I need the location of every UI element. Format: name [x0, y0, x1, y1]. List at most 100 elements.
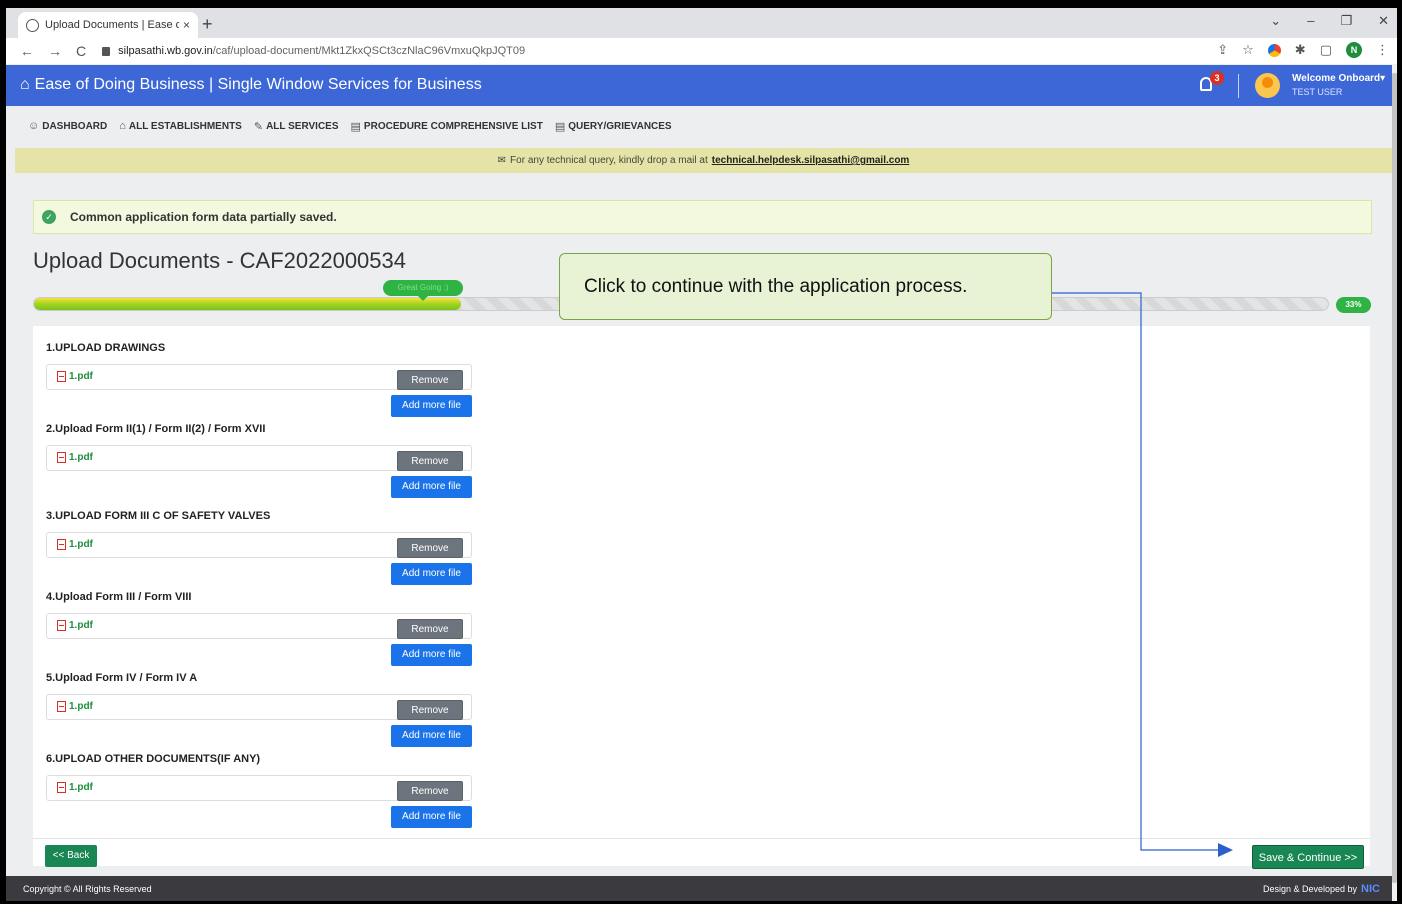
- notice-text: For any technical query, kindly drop a m…: [510, 155, 708, 166]
- menu-item-label: ALL ESTABLISHMENTS: [128, 120, 242, 132]
- uploaded-file-link[interactable]: 1.pdf: [57, 452, 93, 463]
- share-icon[interactable]: ⇪: [1217, 42, 1228, 58]
- wrench-icon: ✎: [253, 120, 264, 133]
- uploaded-file-row: 1.pdf Remove: [46, 613, 472, 639]
- add-more-file-button[interactable]: Add more file: [391, 563, 472, 585]
- helpdesk-email-link[interactable]: technical.helpdesk.silpasathi@gmail.com: [712, 155, 910, 166]
- progress-percent-badge: 33%: [1336, 297, 1371, 313]
- side-panel-icon[interactable]: ▢: [1320, 42, 1332, 58]
- remove-file-button[interactable]: Remove: [397, 370, 463, 390]
- user-role: TEST USER: [1292, 87, 1343, 97]
- tab-search-icon[interactable]: ⌄: [1270, 13, 1281, 29]
- uploaded-file-link[interactable]: 1.pdf: [57, 620, 93, 631]
- upload-section-form-iii-c: 3.UPLOAD FORM III C OF SAFETY VALVES 1.p…: [46, 510, 476, 585]
- helpdesk-notice: ✉ For any technical query, kindly drop a…: [15, 148, 1392, 173]
- lock-icon: [102, 46, 111, 56]
- copyright-text: Copyright © All Rights Reserved: [23, 883, 152, 894]
- upload-section-other-documents: 6.UPLOAD OTHER DOCUMENTS(IF ANY) 1.pdf R…: [46, 753, 476, 828]
- close-tab-icon[interactable]: ×: [183, 18, 190, 32]
- menu-item-services[interactable]: ✎ ALL SERVICES: [254, 120, 339, 133]
- uploaded-file-link[interactable]: 1.pdf: [57, 371, 93, 382]
- forward-arrow-icon[interactable]: →: [48, 43, 62, 59]
- section-title: 2.Upload Form II(1) / Form II(2) / Form …: [46, 423, 266, 435]
- building-icon: ⌂: [20, 76, 30, 93]
- remove-file-button[interactable]: Remove: [397, 781, 463, 801]
- menu-item-label: DASHBOARD: [42, 120, 108, 132]
- upload-section-form-iv: 5.Upload Form IV / Form IV A 1.pdf Remov…: [46, 672, 476, 747]
- close-window-icon[interactable]: ✕: [1378, 13, 1389, 29]
- success-alert: ✓ Common application form data partially…: [33, 200, 1372, 234]
- page-scrollbar[interactable]: [1392, 65, 1397, 901]
- uploaded-file-link[interactable]: 1.pdf: [57, 782, 93, 793]
- save-and-continue-button[interactable]: Save & Continue >>: [1252, 845, 1364, 869]
- reload-icon[interactable]: C: [76, 43, 86, 59]
- check-circle-icon: ✓: [42, 210, 56, 224]
- pdf-icon: [57, 782, 66, 793]
- add-more-file-button[interactable]: Add more file: [391, 395, 472, 417]
- add-more-file-button[interactable]: Add more file: [391, 644, 472, 666]
- url-field[interactable]: silpasathi.wb.gov.in /caf/upload-documen…: [102, 45, 525, 57]
- restore-icon[interactable]: ❐: [1340, 13, 1352, 29]
- menu-item-procedure-list[interactable]: ▤ PROCEDURE COMPREHENSIVE LIST: [351, 120, 543, 133]
- add-more-file-button[interactable]: Add more file: [391, 476, 472, 498]
- upload-panel: 1.UPLOAD DRAWINGS 1.pdf Remove Add more …: [33, 326, 1370, 869]
- window-controls: ⌄ – ❐ ✕: [1270, 13, 1389, 29]
- section-title: 1.UPLOAD DRAWINGS: [46, 342, 166, 354]
- menu-item-label: QUERY/GRIEVANCES: [568, 120, 672, 132]
- uploaded-file-link[interactable]: 1.pdf: [57, 701, 93, 712]
- bookmark-star-icon[interactable]: ☆: [1242, 42, 1254, 58]
- list-icon: ▤: [350, 120, 361, 133]
- upload-section-form-ii: 2.Upload Form II(1) / Form II(2) / Form …: [46, 423, 476, 498]
- menu-item-dashboard[interactable]: ☺ DASHBOARD: [28, 120, 107, 132]
- remove-file-button[interactable]: Remove: [397, 451, 463, 471]
- nic-logo: NIC: [1361, 882, 1380, 895]
- url-host: silpasathi.wb.gov.in: [118, 45, 213, 57]
- extension-icon[interactable]: [1267, 43, 1281, 57]
- uploaded-file-row: 1.pdf Remove: [46, 445, 472, 471]
- pdf-icon: [57, 452, 66, 463]
- user-greeting[interactable]: Welcome Onboard▾: [1292, 73, 1385, 84]
- remove-file-button[interactable]: Remove: [397, 538, 463, 558]
- upload-section-form-iii: 4.Upload Form III / Form VIII 1.pdf Remo…: [46, 591, 476, 666]
- minimize-icon[interactable]: –: [1307, 13, 1314, 29]
- add-more-file-button[interactable]: Add more file: [391, 725, 472, 747]
- envelope-icon: ✉: [497, 155, 507, 166]
- notification-badge: 3: [1210, 71, 1224, 85]
- tutorial-callout: Click to continue with the application p…: [559, 253, 1052, 320]
- url-path: /caf/upload-document/Mkt1ZkxQSCt3czNlaC9…: [212, 45, 526, 57]
- app-title[interactable]: ⌂ Ease of Doing Business | Single Window…: [20, 76, 482, 94]
- kebab-menu-icon[interactable]: ⋮: [1376, 42, 1389, 58]
- app-header: ⌂ Ease of Doing Business | Single Window…: [6, 65, 1392, 106]
- app-title-text: Ease of Doing Business | Single Window S…: [34, 76, 482, 93]
- progress-fill: [34, 298, 462, 310]
- scrollbar-thumb[interactable]: [1392, 73, 1397, 883]
- section-title: 4.Upload Form III / Form VIII: [46, 591, 192, 603]
- menu-item-query-grievances[interactable]: ▤ QUERY/GRIEVANCES: [555, 120, 672, 133]
- dashboard-icon: ☺: [28, 120, 40, 132]
- remove-file-button[interactable]: Remove: [397, 619, 463, 639]
- menu-item-establishments[interactable]: ⌂ ALL ESTABLISHMENTS: [119, 120, 242, 132]
- uploaded-file-link[interactable]: 1.pdf: [57, 539, 93, 550]
- browser-tab[interactable]: Upload Documents | Ease of doi ×: [18, 12, 198, 38]
- header-divider: [1238, 74, 1239, 98]
- remove-file-button[interactable]: Remove: [397, 700, 463, 720]
- pdf-icon: [57, 539, 66, 550]
- section-title: 5.Upload Form IV / Form IV A: [46, 672, 198, 684]
- pdf-icon: [57, 701, 66, 712]
- user-avatar[interactable]: [1255, 73, 1280, 98]
- uploaded-file-row: 1.pdf Remove: [46, 694, 472, 720]
- profile-avatar[interactable]: N: [1346, 42, 1362, 58]
- tab-title: Upload Documents | Ease of doi: [45, 19, 179, 31]
- section-title: 6.UPLOAD OTHER DOCUMENTS(IF ANY): [46, 753, 261, 765]
- pdf-icon: [57, 620, 66, 631]
- progress-tooltip: Great Going :): [383, 280, 463, 301]
- new-tab-button[interactable]: +: [202, 14, 213, 35]
- back-arrow-icon[interactable]: ←: [20, 43, 34, 59]
- main-menu: ☺ DASHBOARD ⌂ ALL ESTABLISHMENTS ✎ ALL S…: [6, 106, 1392, 146]
- puzzle-icon[interactable]: ✱: [1295, 42, 1306, 58]
- menu-item-label: ALL SERVICES: [266, 120, 339, 132]
- developer-credit: Design & Developed by NIC: [1262, 882, 1380, 895]
- back-button[interactable]: << Back: [45, 845, 97, 867]
- add-more-file-button[interactable]: Add more file: [391, 806, 472, 828]
- browser-toolbar-icons: ⇪ ☆ ✱ ▢ N ⋮: [1217, 42, 1389, 58]
